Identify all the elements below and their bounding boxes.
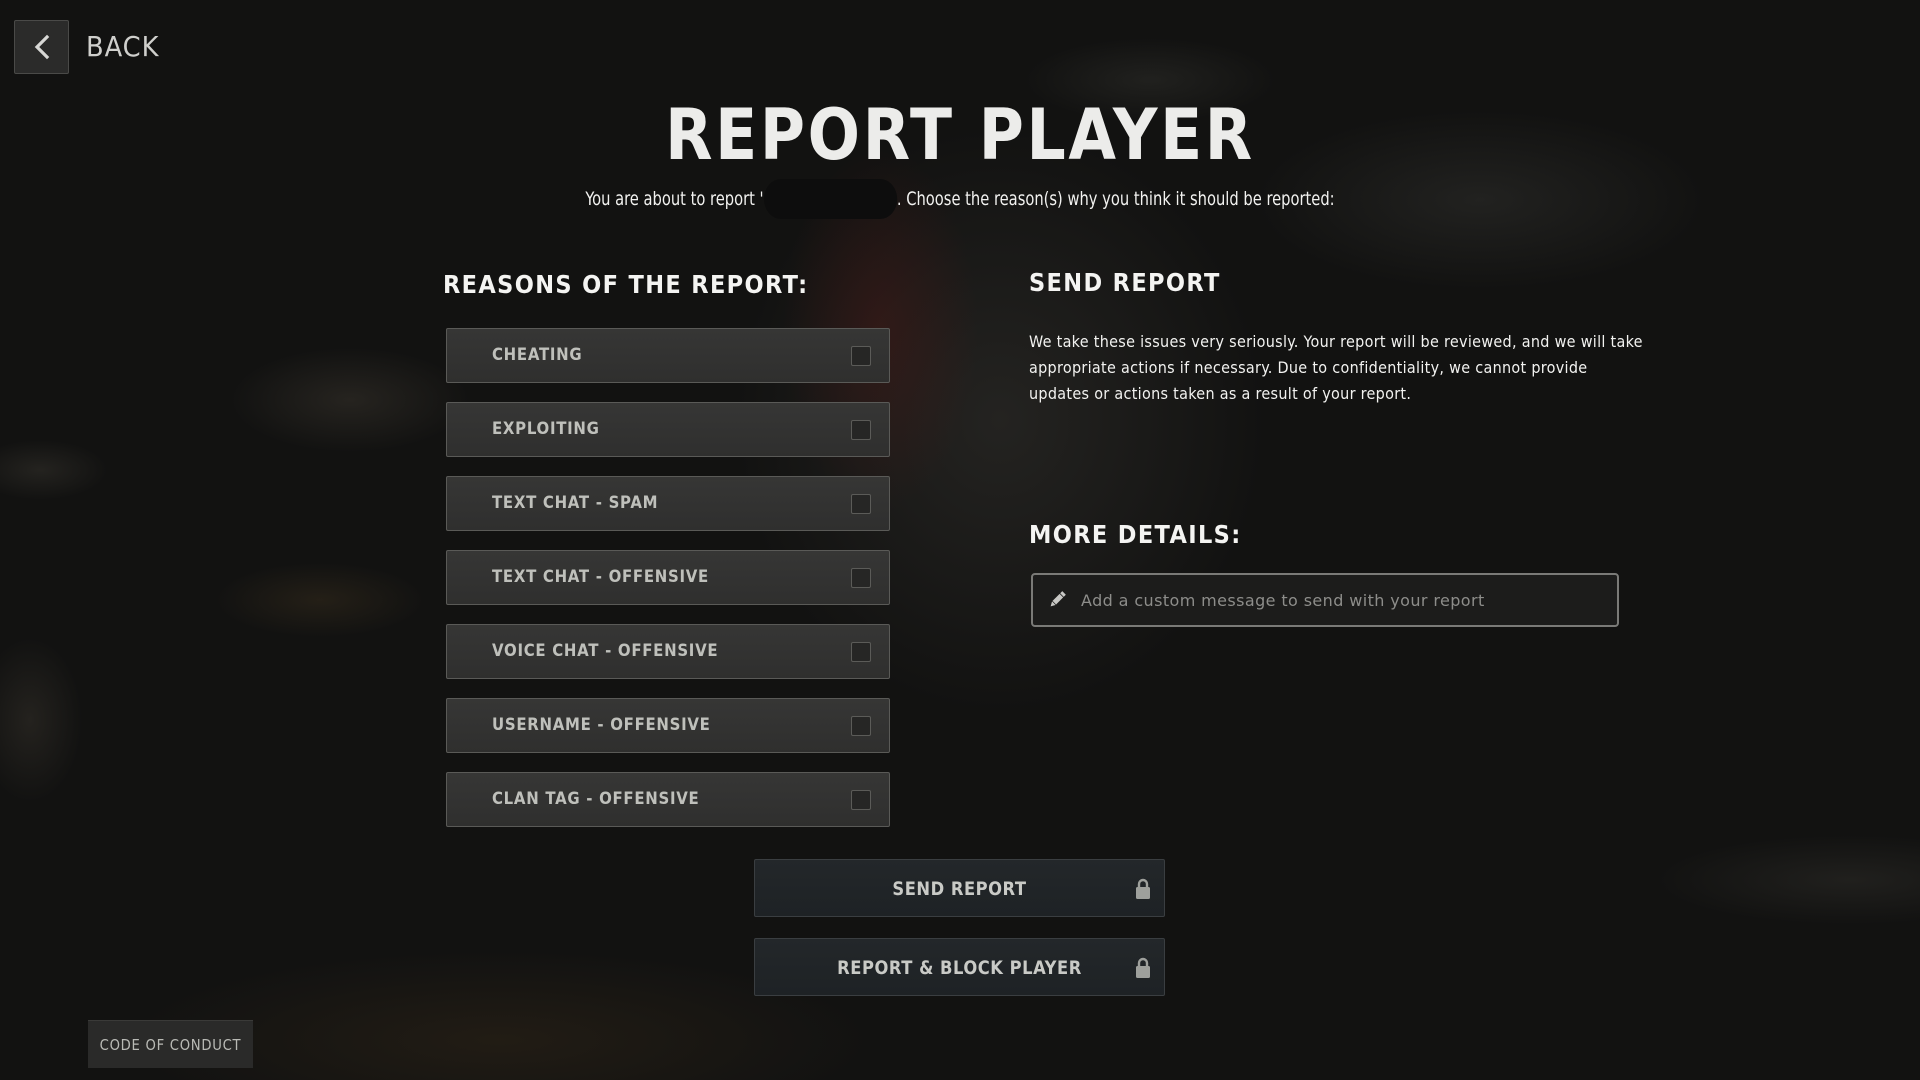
reason-option-text-chat-offensive[interactable]: TEXT CHAT - OFFENSIVE	[446, 550, 890, 605]
send-report-button[interactable]: SEND REPORT	[754, 859, 1165, 917]
back-label[interactable]: BACK	[86, 30, 159, 63]
chevron-left-icon	[34, 34, 49, 60]
code-of-conduct-button[interactable]: CODE OF CONDUCT	[88, 1020, 253, 1068]
reason-checkbox[interactable]	[851, 568, 871, 588]
reasons-heading: REASONS OF THE REPORT:	[443, 270, 809, 299]
reason-option-username-offensive[interactable]: USERNAME - OFFENSIVE	[446, 698, 890, 753]
lock-icon	[1136, 957, 1150, 978]
lock-icon	[1136, 878, 1150, 899]
reason-option-text-chat-spam[interactable]: TEXT CHAT - SPAM	[446, 476, 890, 531]
report-player-screen: BACK REPORT PLAYER You are about to repo…	[0, 0, 1920, 1080]
reason-checkbox[interactable]	[851, 716, 871, 736]
reason-label: VOICE CHAT - OFFENSIVE	[492, 641, 719, 661]
reason-label: CLAN TAG - OFFENSIVE	[492, 789, 700, 809]
reason-label: USERNAME - OFFENSIVE	[492, 715, 711, 735]
reason-checkbox[interactable]	[851, 790, 871, 810]
send-report-button-label: SEND REPORT	[892, 878, 1027, 900]
code-of-conduct-label: CODE OF CONDUCT	[99, 1035, 242, 1054]
send-report-heading: SEND REPORT	[1029, 268, 1221, 297]
reason-checkbox[interactable]	[851, 642, 871, 662]
reason-label: TEXT CHAT - OFFENSIVE	[492, 567, 709, 587]
reason-option-cheating[interactable]: CHEATING	[446, 328, 890, 383]
report-and-block-button[interactable]: REPORT & BLOCK PLAYER	[754, 938, 1165, 996]
redacted-player-name	[763, 178, 897, 219]
reason-option-voice-chat-offensive[interactable]: VOICE CHAT - OFFENSIVE	[446, 624, 890, 679]
reason-label: TEXT CHAT - SPAM	[492, 493, 659, 513]
report-instructions: You are about to report ' . Choose the re…	[134, 178, 1785, 219]
reason-checkbox[interactable]	[851, 494, 871, 514]
report-and-block-button-label: REPORT & BLOCK PLAYER	[837, 957, 1082, 979]
reason-option-exploiting[interactable]: EXPLOITING	[446, 402, 890, 457]
reason-label: EXPLOITING	[492, 419, 600, 439]
reason-option-clan-tag-offensive[interactable]: CLAN TAG - OFFENSIVE	[446, 772, 890, 827]
pencil-icon	[1050, 591, 1066, 607]
send-report-description: We take these issues very seriously. You…	[1029, 332, 1643, 403]
more-details-heading: MORE DETAILS:	[1029, 520, 1242, 549]
reason-checkbox[interactable]	[851, 346, 871, 366]
reason-label: CHEATING	[492, 345, 583, 365]
back-button[interactable]	[14, 20, 69, 74]
reason-checkbox[interactable]	[851, 420, 871, 440]
custom-message-field[interactable]	[1031, 573, 1619, 627]
page-title: REPORT PLAYER	[665, 94, 1255, 176]
instructions-prefix: You are about to report '	[585, 188, 764, 210]
custom-message-input[interactable]	[1079, 589, 1603, 611]
instructions-suffix: . Choose the reason(s) why you think it …	[896, 188, 1335, 210]
